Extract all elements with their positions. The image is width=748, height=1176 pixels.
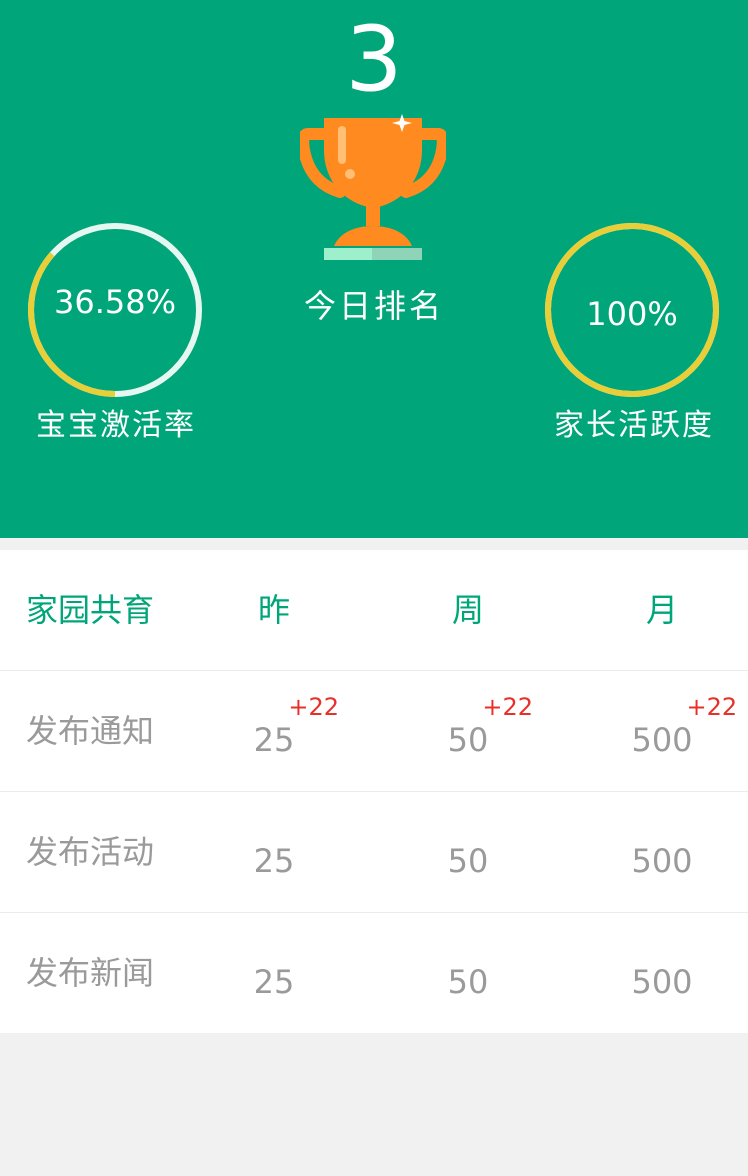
week-cell: 50 bbox=[388, 913, 548, 1033]
trophy-icon bbox=[300, 114, 446, 260]
day-delta: +22 bbox=[288, 693, 340, 721]
activation-rate-value: 36.58% bbox=[53, 283, 176, 321]
day-value: 25 bbox=[253, 842, 295, 880]
activation-rate-caption: 宝宝激活率 bbox=[36, 408, 196, 443]
row-label: 发布通知 bbox=[26, 712, 155, 750]
week-value: 50 bbox=[447, 721, 489, 759]
header-category: 家园共育 bbox=[26, 591, 155, 629]
day-cell: 25 +22 bbox=[194, 671, 354, 791]
table-header: 家园共育 昨 周 月 bbox=[0, 550, 748, 671]
stats-table: 家园共育 昨 周 月 发布通知 25 +22 50 +22 500 +22 发布活动 … bbox=[0, 550, 748, 1033]
day-value: 25 bbox=[253, 963, 295, 1001]
week-cell: 50 bbox=[388, 792, 548, 912]
month-value: 500 bbox=[631, 963, 693, 1001]
activation-rate-ring: 36.58% bbox=[25, 220, 205, 400]
week-cell: 50 +22 bbox=[388, 671, 548, 791]
week-value: 50 bbox=[447, 842, 489, 880]
month-cell: 500 +22 bbox=[582, 671, 742, 791]
parent-activity-caption: 家长活跃度 bbox=[554, 408, 714, 443]
header-yesterday: 昨 bbox=[257, 591, 290, 629]
parent-activity-value: 100% bbox=[586, 295, 678, 333]
month-value: 500 bbox=[631, 842, 693, 880]
header-week: 周 bbox=[451, 591, 484, 629]
day-cell: 25 bbox=[194, 913, 354, 1033]
month-value: 500 bbox=[631, 721, 693, 759]
table-row[interactable]: 发布通知 25 +22 50 +22 500 +22 bbox=[0, 671, 748, 792]
table-row[interactable]: 发布新闻 25 50 500 bbox=[0, 913, 748, 1033]
row-label: 发布活动 bbox=[26, 833, 155, 871]
week-delta: +22 bbox=[482, 693, 534, 721]
parent-activity-ring: 100% bbox=[542, 220, 722, 400]
month-cell: 500 bbox=[582, 913, 742, 1033]
week-value: 50 bbox=[447, 963, 489, 1001]
rank-number: 3 bbox=[345, 7, 403, 112]
day-value: 25 bbox=[253, 721, 295, 759]
row-label: 发布新闻 bbox=[26, 954, 155, 992]
month-cell: 500 bbox=[582, 792, 742, 912]
header-month: 月 bbox=[645, 591, 678, 629]
day-cell: 25 bbox=[194, 792, 354, 912]
table-row[interactable]: 发布活动 25 50 500 bbox=[0, 792, 748, 913]
month-delta: +22 bbox=[686, 693, 738, 721]
ranking-hero: 3 今日排名 36.58% 宝宝激活率 100% 家长活跃度 bbox=[0, 0, 748, 538]
